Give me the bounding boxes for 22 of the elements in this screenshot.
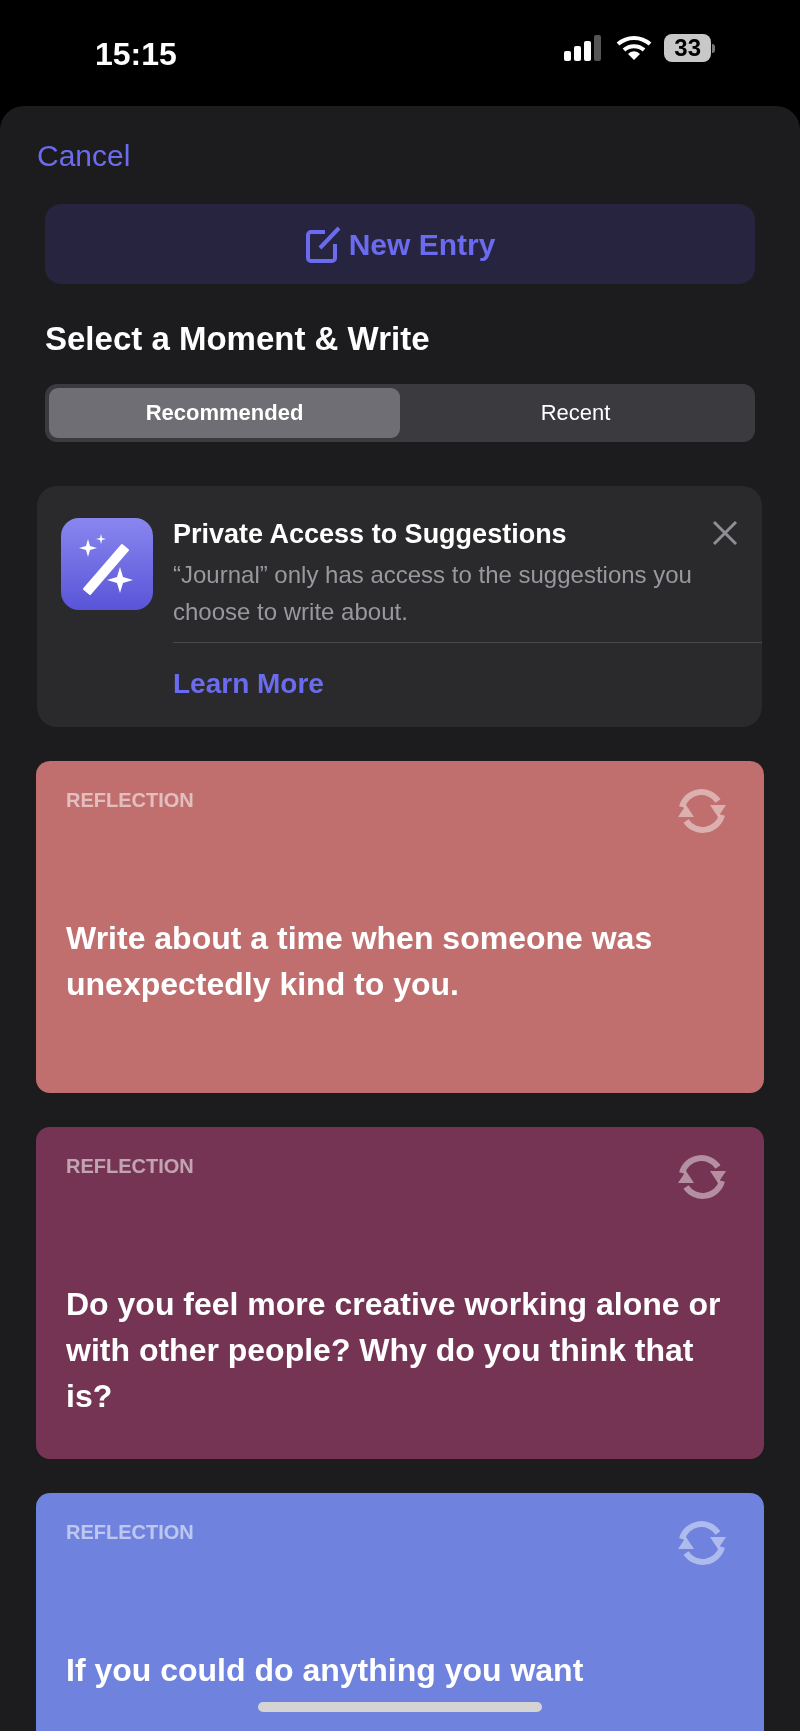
prompt-card[interactable]: REFLECTION Do you feel more creative working alone or with other people? Why do you think that is? [36,1126,764,1459]
new-entry-button[interactable]: New Entry [45,204,755,284]
prompt-category: REFLECTION [66,1519,194,1545]
learn-more-link[interactable]: Learn More [173,662,324,705]
prompt-category: REFLECTION [66,787,194,813]
notice-body: “Journal” only has access to the suggestions you choose to write about. [173,559,693,627]
prompt-category: REFLECTION [66,1153,194,1179]
prompt-text: Do you feel more creative working alone or with other people? Why do you think that is? [66,1285,721,1414]
prompt-card[interactable]: REFLECTION Write about a time when someone was unexpectedly kind to you. [36,760,764,1093]
wifi-icon [616,35,653,61]
cancel-button[interactable]: Cancel [37,141,131,171]
compose-icon [304,224,343,264]
prompt-card[interactable]: REFLECTION If you could do anything you want [36,1492,764,1731]
status-time: 15:15 [95,35,177,74]
section-heading: Select a Moment & Write [45,319,431,359]
prompt-text: Write about a time when someone was unexpectedly kind to you. [66,919,653,1002]
notice-title: Private Access to Suggestions [173,517,567,550]
segment-tab[interactable]: Recommended [49,387,400,438]
segment-tab[interactable]: Recent [400,387,751,438]
close-icon[interactable] [712,519,738,546]
magic-wand-icon [61,517,153,610]
prompt-text: If you could do anything you want [66,1651,584,1688]
